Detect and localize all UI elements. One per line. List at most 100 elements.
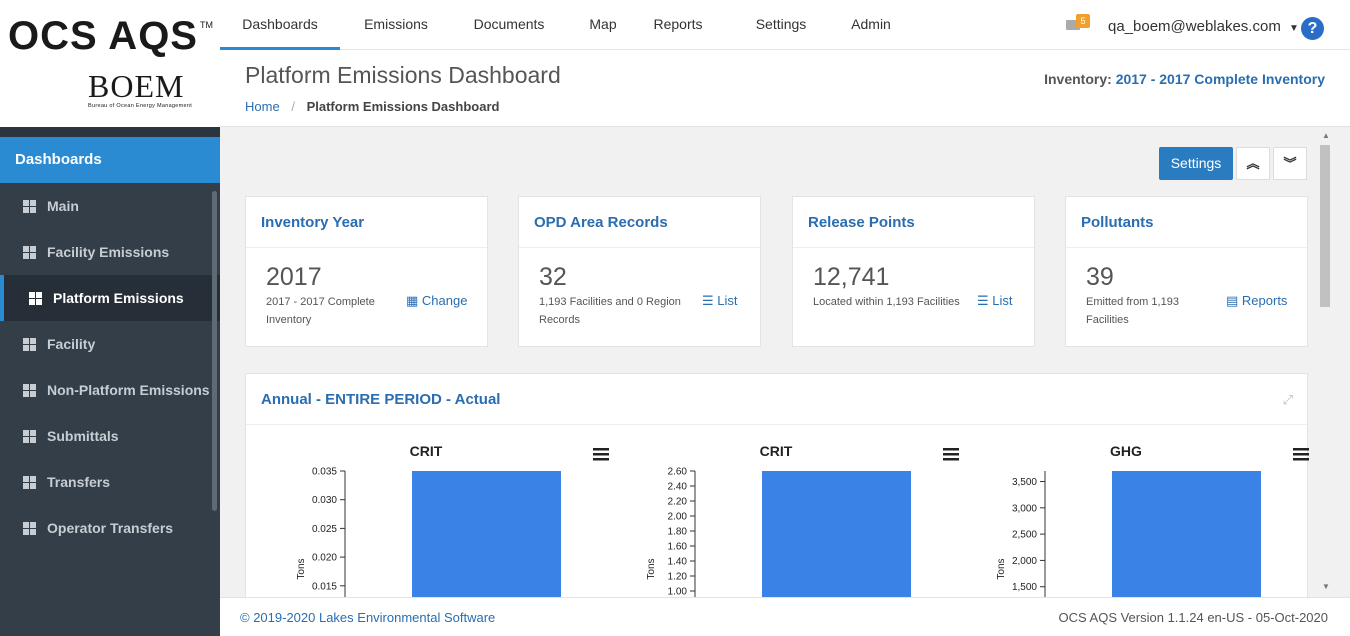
- sidebar-item-label: Transfers: [47, 474, 111, 490]
- help-icon[interactable]: ?: [1301, 17, 1324, 40]
- double-chevron-up-icon: ︽: [1246, 156, 1260, 171]
- tab-emissions[interactable]: Emissions: [350, 0, 442, 50]
- menu-icon[interactable]: [593, 453, 609, 456]
- sidebar-item-submittals[interactable]: Submittals: [0, 413, 220, 459]
- chart-title: GHG: [1110, 443, 1142, 459]
- sidebar-item-main[interactable]: Main: [0, 183, 220, 229]
- sidebar-item-facility[interactable]: Facility: [0, 321, 220, 367]
- card-value: 2017: [266, 263, 322, 291]
- inventory-label: Inventory:: [1044, 71, 1112, 87]
- stat-card-pollutants: Pollutants 39 Emitted from 1,193 Facilitie…: [1065, 196, 1308, 347]
- tab-map[interactable]: Map: [578, 0, 628, 50]
- settings-button[interactable]: Settings: [1159, 147, 1233, 180]
- menu-icon[interactable]: [943, 453, 959, 456]
- scroll-down-icon[interactable]: ▼: [1322, 582, 1330, 591]
- chart-bar[interactable]: [762, 471, 911, 597]
- card-detail: 2017 - 2017 Complete Inventory: [266, 296, 375, 326]
- footer: © 2019-2020 Lakes Environmental Software…: [220, 597, 1350, 636]
- menu-icon[interactable]: [1293, 458, 1309, 461]
- y-tick-label: 2,000: [1012, 556, 1037, 567]
- card-link-label: Reports: [1241, 293, 1288, 308]
- grid-icon: [23, 429, 36, 443]
- caret-down-icon: ▼: [1289, 23, 1299, 34]
- user-menu[interactable]: qa_boem@weblakes.com ▼: [1108, 18, 1299, 35]
- collapse-all-button[interactable]: ︽: [1236, 147, 1270, 180]
- tab-reports[interactable]: Reports: [640, 0, 716, 50]
- version-text: OCS AQS Version 1.1.24 en-US - 05-Oct-20…: [1058, 610, 1328, 625]
- y-tick-label: 1.60: [668, 542, 688, 553]
- card-link[interactable]: ▤ Reports: [1226, 293, 1287, 309]
- grid-icon: [23, 245, 36, 259]
- bar-chart-1: CRIT 0.035 0.030 0.025 0.020 0.015 Tons: [271, 425, 621, 597]
- y-tick-label: 0.015: [312, 581, 337, 592]
- inventory-link[interactable]: 2017 - 2017 Complete Inventory: [1116, 71, 1325, 87]
- tab-dashboards[interactable]: Dashboards: [220, 0, 340, 50]
- content-scrollbar[interactable]: ▲ ▼: [1318, 127, 1330, 597]
- chart-bar[interactable]: [412, 471, 561, 597]
- sidebar-section-dashboards[interactable]: Dashboards: [0, 137, 220, 183]
- sidebar-item-non-platform-emissions[interactable]: Non-Platform Emissions: [0, 367, 220, 413]
- sidebar-item-facility-emissions[interactable]: Facility Emissions: [0, 229, 220, 275]
- breadcrumb-separator: /: [291, 99, 295, 114]
- menu-icon[interactable]: [1293, 453, 1309, 456]
- card-link[interactable]: ☰ List: [977, 293, 1013, 309]
- tab-settings[interactable]: Settings: [728, 0, 834, 50]
- emissions-chart-panel: Annual - ENTIRE PERIOD - Actual ⤢ CRIT 0.…: [245, 373, 1309, 597]
- y-tick-label: 0.035: [312, 467, 337, 478]
- top-navigation: Dashboards Emissions Documents Map Reports Se…: [220, 0, 1350, 50]
- breadcrumb-home-link[interactable]: Home: [245, 99, 280, 114]
- menu-icon[interactable]: [593, 458, 609, 461]
- card-link[interactable]: ▦ Change: [406, 293, 467, 309]
- chart-title: CRIT: [760, 443, 793, 459]
- card-detail: Emitted from 1,193 Facilities: [1086, 296, 1179, 326]
- y-tick-label: 0.020: [312, 553, 337, 564]
- sidebar-scrollbar[interactable]: [212, 191, 217, 511]
- expand-icon[interactable]: ⤢: [1283, 392, 1293, 408]
- y-tick-label: 2.00: [668, 512, 688, 523]
- scrollbar-thumb[interactable]: [1320, 145, 1330, 307]
- scroll-up-icon[interactable]: ▲: [1322, 131, 1330, 140]
- card-value: 39: [1086, 263, 1114, 291]
- y-tick-label: 1.40: [668, 557, 688, 568]
- expand-all-button[interactable]: ︾: [1273, 147, 1307, 180]
- card-link[interactable]: ☰ List: [702, 293, 738, 309]
- sidebar-item-platform-emissions[interactable]: Platform Emissions: [0, 275, 220, 321]
- inventory-indicator: Inventory: 2017 - 2017 Complete Inventor…: [1044, 71, 1325, 87]
- trademark-mark: TM: [200, 20, 213, 30]
- mail-count-badge: 5: [1076, 14, 1090, 28]
- menu-icon[interactable]: [1293, 448, 1309, 451]
- calendar-icon: ▦: [406, 293, 422, 308]
- y-tick-label: 0.025: [312, 524, 337, 535]
- card-link-label: List: [992, 293, 1013, 308]
- card-title: Inventory Year: [246, 197, 487, 248]
- chart-title: CRIT: [410, 443, 443, 459]
- sidebar: Dashboards Main Facility Emissions Platfor…: [0, 127, 220, 636]
- tab-admin[interactable]: Admin: [834, 0, 908, 50]
- sidebar-item-label: Non-Platform Emissions: [47, 382, 210, 398]
- chart-bar[interactable]: [1112, 471, 1261, 597]
- stat-card-opd-area-records: OPD Area Records 32 1,193 Facilities and 0…: [518, 196, 761, 347]
- grid-icon: [23, 475, 36, 489]
- menu-icon[interactable]: [943, 458, 959, 461]
- y-axis-label: Tons: [646, 558, 657, 579]
- grid-icon: [23, 337, 36, 351]
- breadcrumb: Home / Platform Emissions Dashboard: [245, 99, 499, 114]
- user-email: qa_boem@weblakes.com: [1108, 18, 1281, 35]
- app-logo-text: OCS AQS: [8, 14, 198, 58]
- card-link-label: Change: [421, 293, 468, 308]
- sidebar-item-transfers[interactable]: Transfers: [0, 459, 220, 505]
- menu-icon[interactable]: [943, 448, 959, 451]
- y-tick-label: 2.40: [668, 482, 688, 493]
- tab-documents[interactable]: Documents: [452, 0, 566, 50]
- agency-logo: BOEM: [88, 68, 185, 104]
- logo-area: OCS AQS TM BOEM Bureau of Ocean Energy M…: [0, 0, 220, 127]
- y-axis-label: Tons: [296, 558, 307, 579]
- file-icon: ▤: [1226, 293, 1242, 308]
- y-tick-label: 2.60: [668, 467, 688, 478]
- y-tick-label: 0.030: [312, 495, 337, 506]
- copyright-link[interactable]: © 2019-2020 Lakes Environmental Software: [240, 610, 495, 625]
- card-title: OPD Area Records: [519, 197, 760, 248]
- menu-icon[interactable]: [593, 448, 609, 451]
- sidebar-item-operator-transfers[interactable]: Operator Transfers: [0, 505, 220, 551]
- bar-chart-2: CRIT 2.60 2.40 2.20 2.00 1.80 1.60 1.40 1.20 1.00…: [621, 425, 971, 597]
